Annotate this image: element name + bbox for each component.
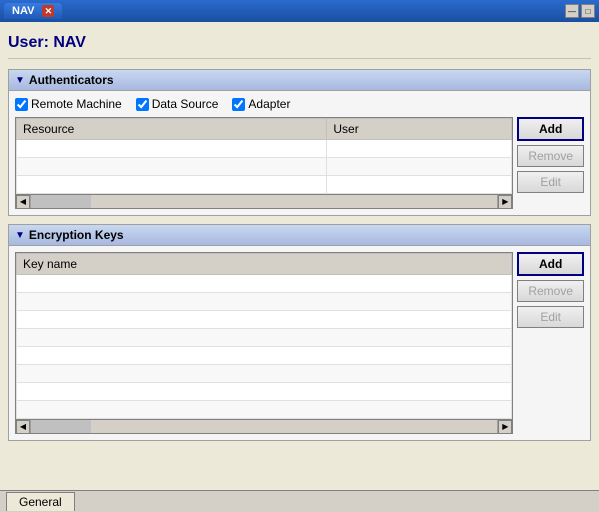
title-bar: NAV ✕ — □ bbox=[0, 0, 599, 22]
status-bar: General bbox=[0, 490, 599, 512]
table-row[interactable] bbox=[17, 347, 512, 365]
scroll-left-icon[interactable]: ◀ bbox=[16, 195, 30, 209]
encryption-keys-buttons: Add Remove Edit bbox=[517, 252, 584, 434]
main-content: User: NAV ▼ Authenticators Remote Machin… bbox=[0, 22, 599, 490]
authenticators-body: Remote Machine Data Source Adapter bbox=[9, 91, 590, 215]
table-row[interactable] bbox=[17, 311, 512, 329]
ek-scrollbar-thumb[interactable] bbox=[31, 420, 91, 433]
remote-machine-checkbox[interactable] bbox=[15, 98, 28, 111]
encryption-keys-label: Encryption Keys bbox=[29, 228, 124, 242]
encryption-keys-table-inner: Key name bbox=[15, 252, 513, 420]
encryption-keys-table-wrapper: Key name bbox=[15, 252, 513, 434]
ek-scrollbar-track[interactable] bbox=[30, 420, 498, 433]
minimize-button[interactable]: — bbox=[565, 4, 579, 18]
table-row[interactable] bbox=[17, 293, 512, 311]
authenticators-scrollbar[interactable]: ◀ ▶ bbox=[15, 195, 513, 209]
close-icon: ✕ bbox=[45, 6, 53, 17]
col-keyname: Key name bbox=[17, 254, 512, 275]
maximize-icon: □ bbox=[586, 7, 591, 16]
table-row[interactable] bbox=[17, 140, 512, 158]
encryption-keys-header[interactable]: ▼ Encryption Keys bbox=[9, 225, 590, 246]
authenticators-table-inner: Resource User bbox=[15, 117, 513, 195]
authenticators-table: Resource User bbox=[16, 118, 512, 194]
page-title: User: NAV bbox=[8, 30, 591, 59]
encryption-keys-scrollbar[interactable]: ◀ ▶ bbox=[15, 420, 513, 434]
ek-scroll-right-icon[interactable]: ▶ bbox=[498, 420, 512, 434]
encryption-keys-add-button[interactable]: Add bbox=[517, 252, 584, 276]
close-tab-button[interactable]: ✕ bbox=[42, 5, 54, 17]
encryption-keys-edit-button[interactable]: Edit bbox=[517, 306, 584, 328]
title-tab[interactable]: NAV ✕ bbox=[4, 3, 62, 19]
authenticators-table-wrapper: Resource User bbox=[15, 117, 513, 209]
encryption-keys-table: Key name bbox=[16, 253, 512, 419]
scrollbar-thumb[interactable] bbox=[31, 195, 91, 208]
data-source-label: Data Source bbox=[152, 97, 219, 111]
authenticators-table-container: Resource User bbox=[15, 117, 584, 209]
table-row[interactable] bbox=[17, 275, 512, 293]
adapter-label: Adapter bbox=[248, 97, 290, 111]
maximize-button[interactable]: □ bbox=[581, 4, 595, 18]
authenticators-checkboxes: Remote Machine Data Source Adapter bbox=[15, 97, 584, 111]
col-resource: Resource bbox=[17, 119, 327, 140]
ek-scroll-left-icon[interactable]: ◀ bbox=[16, 420, 30, 434]
remote-machine-checkbox-item[interactable]: Remote Machine bbox=[15, 97, 122, 111]
table-row[interactable] bbox=[17, 401, 512, 419]
authenticators-buttons: Add Remove Edit bbox=[517, 117, 584, 209]
encryption-keys-body: Key name bbox=[9, 246, 590, 440]
authenticators-remove-button[interactable]: Remove bbox=[517, 145, 584, 167]
scroll-right-icon[interactable]: ▶ bbox=[498, 195, 512, 209]
encryption-keys-remove-button[interactable]: Remove bbox=[517, 280, 584, 302]
authenticators-section: ▼ Authenticators Remote Machine Data Sou… bbox=[8, 69, 591, 216]
window-controls: — □ bbox=[565, 4, 595, 18]
title-tab-label: NAV bbox=[12, 5, 34, 17]
table-row[interactable] bbox=[17, 329, 512, 347]
encryption-keys-chevron-icon: ▼ bbox=[15, 230, 25, 241]
encryption-keys-table-container: Key name bbox=[15, 252, 584, 434]
encryption-keys-section: ▼ Encryption Keys Key name bbox=[8, 224, 591, 441]
adapter-checkbox[interactable] bbox=[232, 98, 245, 111]
col-user: User bbox=[327, 119, 512, 140]
table-row[interactable] bbox=[17, 158, 512, 176]
authenticators-edit-button[interactable]: Edit bbox=[517, 171, 584, 193]
table-row[interactable] bbox=[17, 383, 512, 401]
table-row[interactable] bbox=[17, 176, 512, 194]
authenticators-header[interactable]: ▼ Authenticators bbox=[9, 70, 590, 91]
data-source-checkbox[interactable] bbox=[136, 98, 149, 111]
adapter-checkbox-item[interactable]: Adapter bbox=[232, 97, 290, 111]
scrollbar-track[interactable] bbox=[30, 195, 498, 208]
authenticators-chevron-icon: ▼ bbox=[15, 75, 25, 86]
remote-machine-label: Remote Machine bbox=[31, 97, 122, 111]
general-tab[interactable]: General bbox=[6, 492, 75, 511]
data-source-checkbox-item[interactable]: Data Source bbox=[136, 97, 219, 111]
table-row[interactable] bbox=[17, 365, 512, 383]
authenticators-add-button[interactable]: Add bbox=[517, 117, 584, 141]
authenticators-label: Authenticators bbox=[29, 73, 114, 87]
minimize-icon: — bbox=[568, 7, 576, 16]
